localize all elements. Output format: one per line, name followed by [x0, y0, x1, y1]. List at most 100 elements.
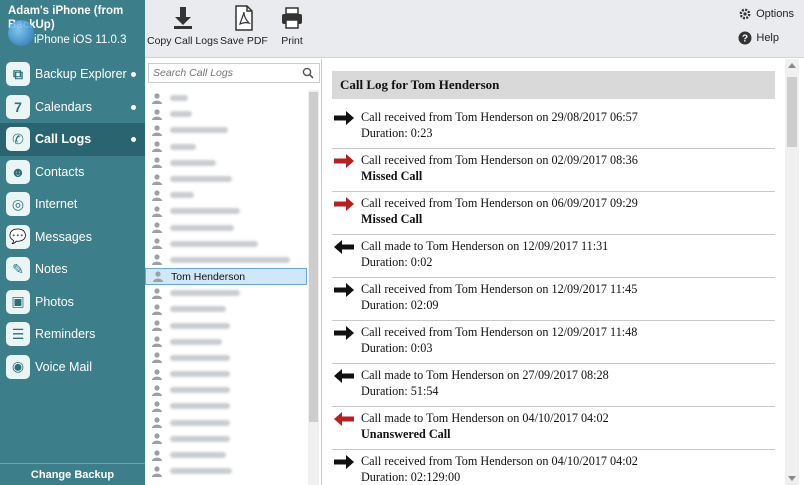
person-icon — [152, 401, 162, 412]
person-icon — [152, 417, 162, 429]
call-duration: Duration: 0:03 — [361, 341, 433, 355]
blurred-contact-name — [170, 338, 222, 345]
contact-row[interactable] — [145, 187, 307, 203]
toolbar: Copy Call Logs Save PDF Print Options ? … — [145, 0, 804, 58]
contact-row[interactable] — [145, 139, 307, 155]
scrollbar-thumb[interactable] — [787, 77, 797, 147]
phone-icon: ✆ — [6, 127, 30, 152]
contact-row[interactable] — [145, 252, 307, 268]
incoming-arrow-icon — [334, 326, 354, 340]
person-icon — [152, 433, 162, 445]
person-icon — [152, 109, 162, 120]
scroll-down-arrow-icon[interactable] — [788, 476, 796, 481]
person-icon — [152, 173, 162, 185]
scroll-up-arrow-icon[interactable] — [788, 63, 796, 68]
call-log-entry: Call received from Tom Henderson on 04/1… — [332, 450, 775, 485]
contact-row[interactable] — [145, 155, 307, 171]
contact-row[interactable] — [145, 447, 307, 463]
contact-row[interactable] — [145, 463, 307, 479]
blurred-contact-name — [170, 419, 230, 426]
help-icon: ? — [738, 31, 752, 45]
copy-call-logs-button[interactable]: Copy Call Logs — [147, 4, 218, 47]
indicator-dot-icon — [131, 104, 136, 110]
change-backup-button[interactable]: Change Backup — [0, 463, 145, 485]
search-input[interactable] — [149, 64, 299, 82]
call-log-entry: Call made to Tom Henderson on 12/09/2017… — [332, 235, 775, 278]
contacts-panel: Tom Henderson — [145, 59, 322, 485]
person-icon — [152, 368, 162, 380]
sidebar-item-contacts[interactable]: ☻ Contacts — [0, 156, 145, 189]
sidebar-item-notes[interactable]: ✎ Notes — [0, 253, 145, 286]
contact-list-scrollbar[interactable] — [308, 90, 319, 485]
save-pdf-button[interactable]: Save PDF — [220, 4, 268, 47]
contact-row[interactable] — [145, 106, 307, 122]
person-icon — [152, 92, 162, 104]
call-log-entry: Call received from Tom Henderson on 02/0… — [332, 149, 775, 192]
call-log-scrollbar[interactable] — [785, 59, 799, 485]
contact-row[interactable] — [145, 350, 307, 366]
sidebar-item-backup-explorer[interactable]: ⧉ Backup Explorer — [0, 58, 145, 91]
watermark-logo-icon — [8, 20, 34, 46]
blurred-contact-name — [170, 176, 232, 183]
call-log-description: Call made to Tom Henderson on 27/09/2017… — [361, 368, 609, 382]
blurred-contact-name — [170, 354, 230, 361]
person-icon — [152, 352, 162, 364]
blurred-contact-name — [170, 452, 226, 459]
blurred-contact-name — [170, 322, 230, 329]
search-icon[interactable] — [302, 67, 314, 79]
contact-row[interactable] — [145, 285, 307, 301]
person-icon — [152, 157, 162, 169]
call-log-description: Call made to Tom Henderson on 04/10/2017… — [361, 411, 609, 425]
contact-row-selected[interactable]: Tom Henderson — [145, 268, 307, 286]
contact-row[interactable] — [145, 431, 307, 447]
contact-row[interactable] — [145, 220, 307, 236]
blurred-contact-name — [170, 256, 290, 263]
sidebar-item-label: Internet — [35, 197, 78, 212]
contact-row[interactable] — [145, 334, 307, 350]
sidebar-item-voice-mail[interactable]: ◉ Voice Mail — [0, 351, 145, 384]
gear-icon — [739, 8, 751, 20]
sidebar-item-photos[interactable]: ▣ Photos — [0, 286, 145, 319]
contact-row[interactable] — [145, 171, 307, 187]
sidebar-item-reminders[interactable]: ☰ Reminders — [0, 318, 145, 351]
sidebar-item-call-logs[interactable]: ✆ Call Logs — [0, 123, 145, 156]
call-status: Missed Call — [361, 169, 423, 183]
photos-icon: ▣ — [6, 289, 30, 314]
contact-row[interactable] — [145, 382, 307, 398]
scrollbar-thumb[interactable] — [309, 92, 318, 422]
blurred-contact-name — [170, 387, 230, 394]
contact-row[interactable] — [145, 317, 307, 333]
contact-row[interactable] — [145, 301, 307, 317]
call-log-entries: Call received from Tom Henderson on 29/0… — [332, 106, 775, 485]
call-log-entry: Call received from Tom Henderson on 12/0… — [332, 321, 775, 364]
person-icon — [152, 141, 162, 153]
contact-name: Tom Henderson — [171, 270, 246, 283]
incoming-arrow-icon — [334, 455, 354, 469]
contact-row[interactable] — [145, 398, 307, 414]
person-icon — [152, 466, 162, 477]
call-log-description: Call received from Tom Henderson on 12/0… — [361, 325, 638, 339]
contact-row[interactable] — [145, 122, 307, 138]
contact-row[interactable] — [145, 415, 307, 431]
sidebar-item-internet[interactable]: ◎ Internet — [0, 188, 145, 221]
contact-row[interactable] — [145, 203, 307, 219]
contact-row[interactable] — [145, 236, 307, 252]
person-icon — [152, 190, 162, 201]
blurred-contact-name — [170, 159, 216, 166]
options-button[interactable]: Options — [738, 7, 794, 21]
contact-row[interactable] — [145, 90, 307, 106]
help-button[interactable]: ? Help — [738, 31, 779, 45]
person-icon — [152, 288, 162, 299]
print-button[interactable]: Print — [278, 4, 306, 47]
call-log-description: Call received from Tom Henderson on 02/0… — [361, 153, 638, 167]
contact-row[interactable] — [145, 366, 307, 382]
person-icon — [152, 304, 162, 315]
sidebar-item-label: Reminders — [35, 327, 96, 342]
call-log-description: Call made to Tom Henderson on 12/09/2017… — [361, 239, 609, 253]
blurred-contact-name — [170, 192, 194, 199]
sidebar-item-calendars[interactable]: 7 Calendars — [0, 91, 145, 124]
blurred-contact-name — [170, 290, 240, 297]
sidebar-item-label: Voice Mail — [35, 359, 92, 374]
search-box[interactable] — [148, 63, 320, 83]
sidebar-item-messages[interactable]: 💬 Messages — [0, 221, 145, 254]
